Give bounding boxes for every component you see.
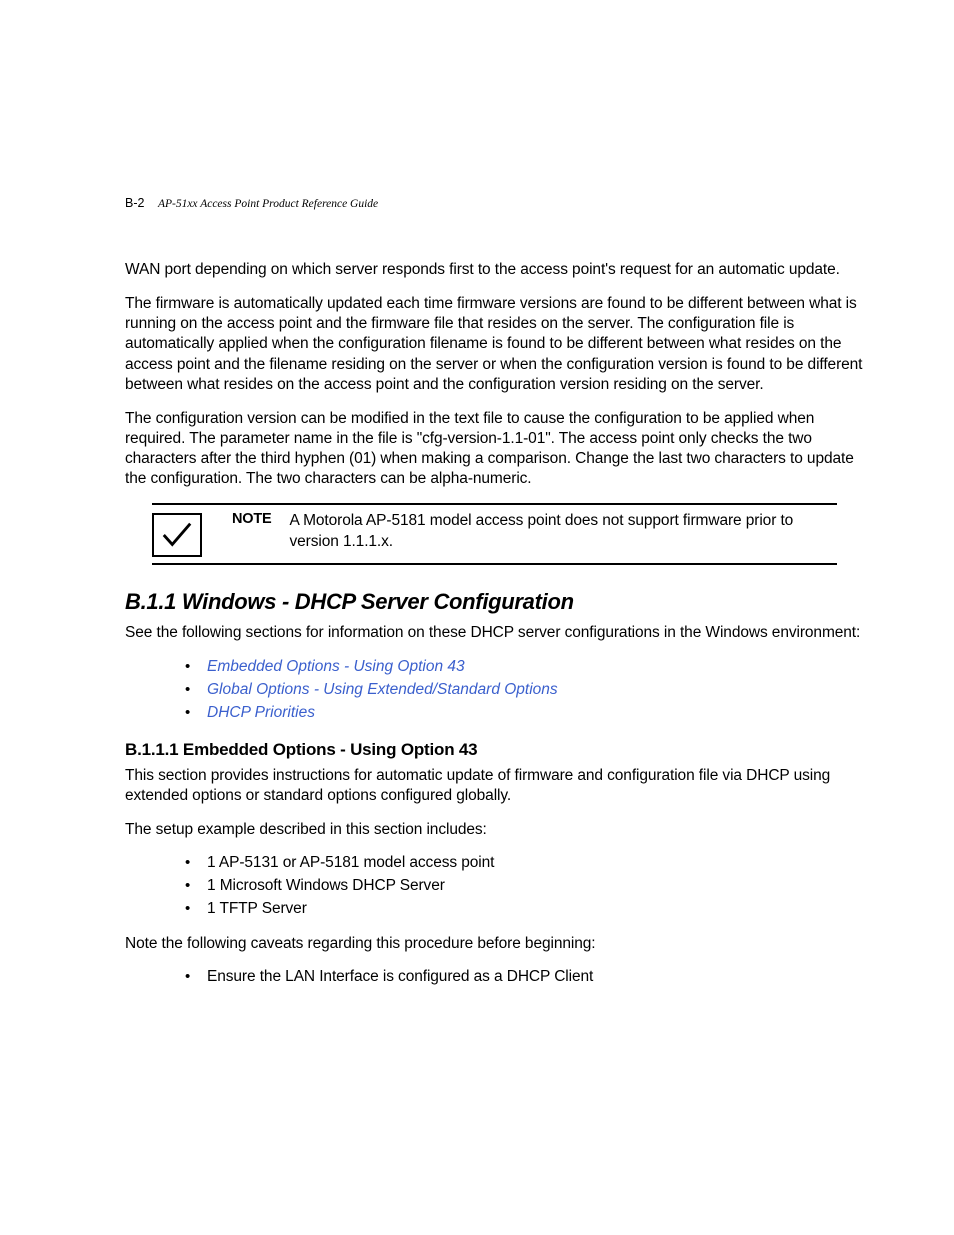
paragraph-b11-intro: See the following sections for informati… (125, 623, 864, 643)
note-label: NOTE (232, 511, 271, 527)
header-title: AP-51xx Access Point Product Reference G… (158, 198, 378, 210)
link-embedded-options[interactable]: Embedded Options - Using Option 43 (207, 658, 465, 675)
paragraph-b111-p1: This section provides instructions for a… (125, 766, 864, 806)
heading-b11: B.1.1 Windows - DHCP Server Configuratio… (125, 589, 864, 615)
list-item: 1 TFTP Server (185, 900, 864, 918)
setup-list: 1 AP-5131 or AP-5181 model access point … (125, 854, 864, 918)
note-text: A Motorola AP-5181 model access point do… (289, 511, 837, 551)
paragraph-config-version: The configuration version can be modifie… (125, 409, 864, 490)
heading-b111: B.1.1.1 Embedded Options - Using Option … (125, 740, 864, 760)
list-item: DHCP Priorities (185, 704, 864, 722)
note-content: NOTE A Motorola AP-5181 model access poi… (232, 511, 837, 551)
page-container: B-2 AP-51xx Access Point Product Referen… (0, 0, 954, 1062)
page-number: B-2 (125, 196, 144, 210)
link-dhcp-priorities[interactable]: DHCP Priorities (207, 704, 315, 721)
list-item: 1 AP-5131 or AP-5181 model access point (185, 854, 864, 872)
paragraph-b111-p2: The setup example described in this sect… (125, 820, 864, 840)
list-item: Embedded Options - Using Option 43 (185, 658, 864, 676)
list-item: Ensure the LAN Interface is configured a… (185, 968, 864, 986)
caveat-list: Ensure the LAN Interface is configured a… (125, 968, 864, 986)
page-header: B-2 AP-51xx Access Point Product Referen… (125, 196, 378, 210)
paragraph-firmware: The firmware is automatically updated ea… (125, 294, 864, 395)
paragraph-wan: WAN port depending on which server respo… (125, 260, 864, 280)
paragraph-b111-caveats: Note the following caveats regarding thi… (125, 934, 864, 954)
checkmark-icon (152, 513, 202, 557)
link-global-options[interactable]: Global Options - Using Extended/Standard… (207, 681, 558, 698)
note-block: NOTE A Motorola AP-5181 model access poi… (152, 503, 837, 565)
list-item: 1 Microsoft Windows DHCP Server (185, 877, 864, 895)
list-item: Global Options - Using Extended/Standard… (185, 681, 864, 699)
note-box: NOTE A Motorola AP-5181 model access poi… (152, 503, 837, 565)
content-area: WAN port depending on which server respo… (125, 260, 864, 986)
link-list: Embedded Options - Using Option 43 Globa… (125, 658, 864, 722)
